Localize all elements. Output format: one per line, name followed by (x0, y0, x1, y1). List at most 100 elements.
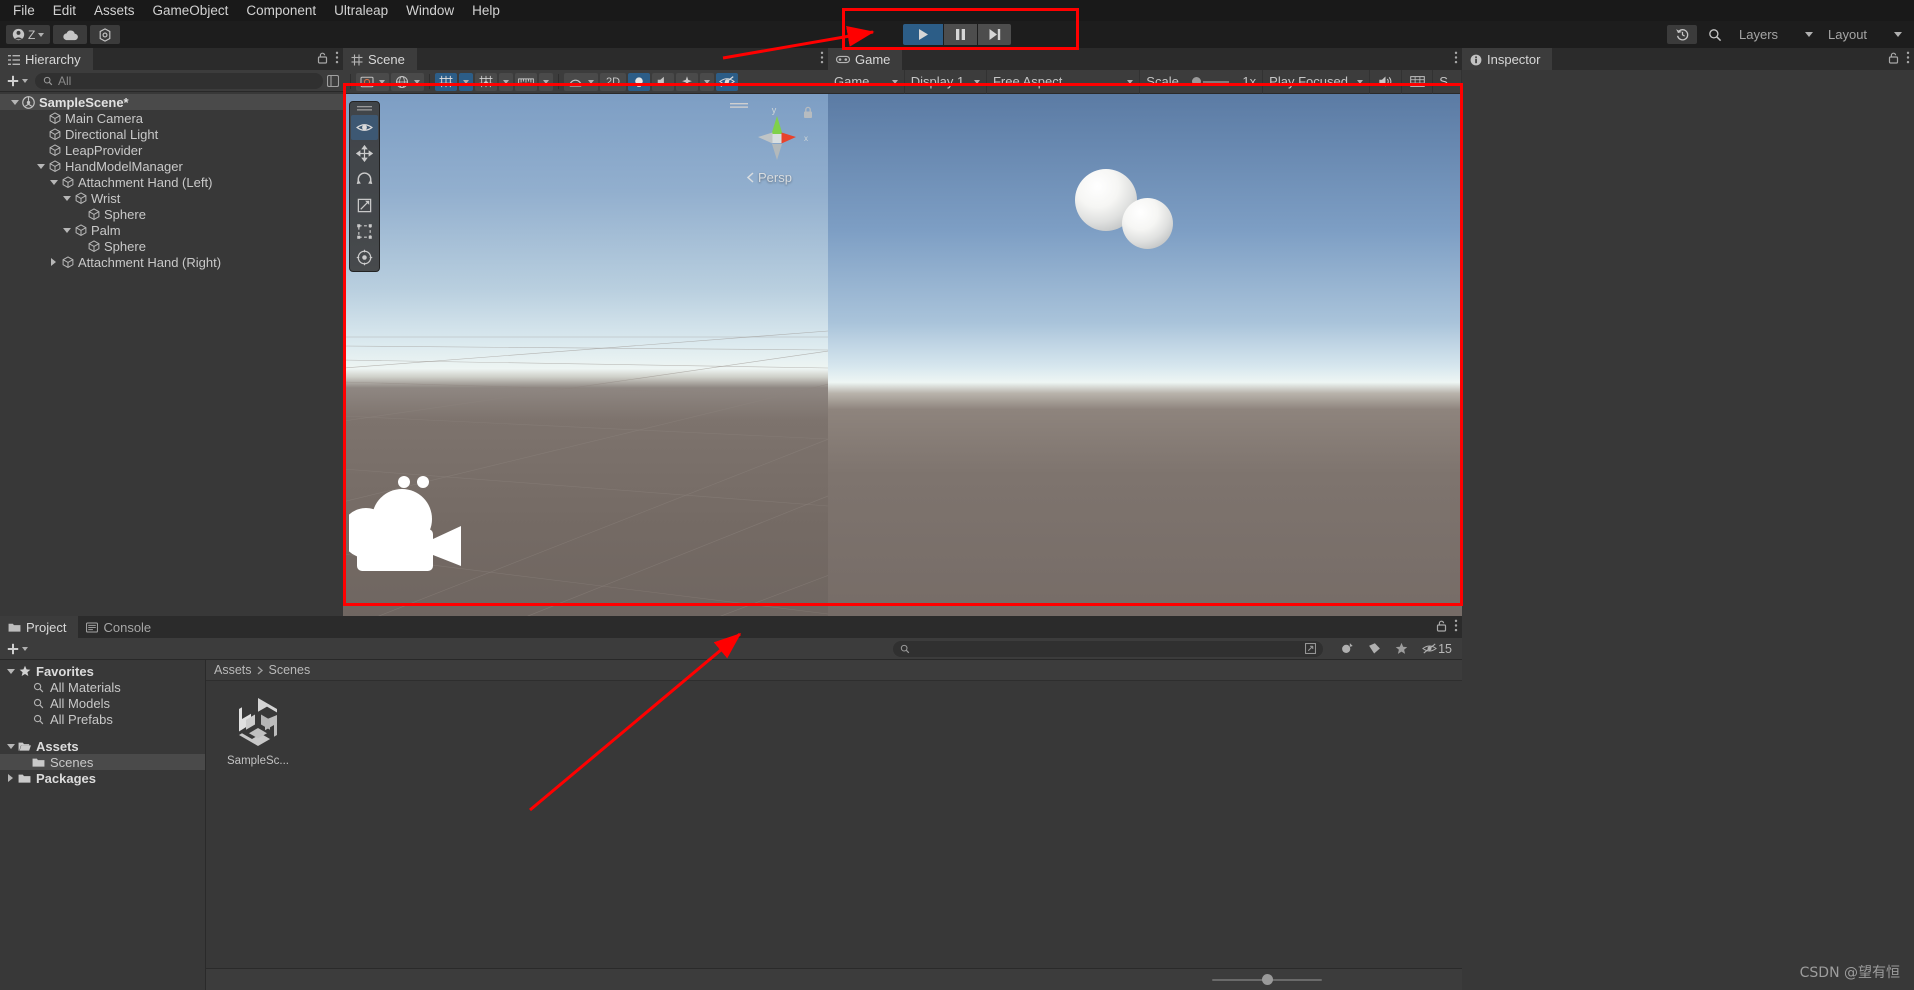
game-mode-dropdown[interactable]: Game (828, 69, 905, 94)
hierarchy-item[interactable]: Attachment Hand (Right) (0, 254, 343, 270)
draw-mode-dropdown[interactable] (356, 72, 389, 91)
step-button[interactable] (978, 24, 1011, 45)
zoom-slider-knob[interactable] (1261, 974, 1273, 985)
foldout-toggle[interactable] (47, 258, 60, 266)
aspect-dropdown[interactable]: Free Aspect (987, 69, 1141, 94)
scale-slider-knob[interactable] (1192, 77, 1202, 86)
scale-tool-button[interactable] (351, 193, 378, 218)
hierarchy-add-button[interactable] (4, 75, 31, 87)
play-mode-dropdown[interactable]: Play Focused (1263, 69, 1371, 94)
hierarchy-filter-icon[interactable] (327, 74, 339, 87)
toggle-2d-button[interactable]: 2D (600, 72, 626, 91)
foldout-toggle[interactable] (4, 668, 17, 674)
breadcrumb-item-scenes[interactable]: Scenes (269, 663, 311, 677)
asset-zoom-slider[interactable] (1212, 973, 1322, 987)
cloud-button[interactable] (53, 25, 88, 44)
hidden-items-counter[interactable]: 15 (1422, 642, 1452, 656)
view-tool-button[interactable] (351, 115, 378, 140)
hierarchy-item[interactable]: Attachment Hand (Left) (0, 174, 343, 190)
hierarchy-item[interactable]: Directional Light (0, 126, 343, 142)
play-button[interactable] (903, 24, 943, 45)
scene-viewport[interactable]: y x Persp (343, 94, 828, 638)
gizmos-toggle-button[interactable]: S (1433, 69, 1462, 94)
tab-inspector[interactable]: Inspector (1462, 48, 1553, 70)
menu-item-ultraleap[interactable]: Ultraleap (325, 0, 397, 21)
project-add-button[interactable] (4, 643, 31, 655)
gizmos-visibility-dropdown[interactable] (564, 72, 598, 91)
scale-slider-group[interactable]: Scale 1x (1140, 69, 1264, 94)
asset-item[interactable]: SampleSc... (220, 693, 296, 767)
tab-scene[interactable]: Scene (343, 48, 417, 70)
hierarchy-item[interactable]: Wrist (0, 190, 343, 206)
project-search-input[interactable] (893, 640, 1324, 657)
snap-dropdown[interactable] (499, 72, 513, 91)
hierarchy-item[interactable]: Palm (0, 222, 343, 238)
menu-item-edit[interactable]: Edit (44, 0, 85, 21)
hierarchy-item[interactable]: Sphere (0, 238, 343, 254)
menu-item-file[interactable]: File (4, 0, 44, 21)
grid-dropdown[interactable] (459, 72, 473, 91)
effects-dropdown[interactable] (700, 72, 714, 91)
foldout-toggle[interactable] (60, 227, 73, 233)
filter-label-icon[interactable] (1368, 642, 1381, 655)
hierarchy-item[interactable]: LeapProvider (0, 142, 343, 158)
scale-slider[interactable] (1192, 77, 1230, 86)
foldout-toggle[interactable] (8, 99, 21, 105)
move-tool-button[interactable] (351, 141, 378, 166)
stats-toggle-button[interactable] (1402, 69, 1434, 94)
menu-item-help[interactable]: Help (463, 0, 509, 21)
rect-tool-button[interactable] (351, 219, 378, 244)
project-tree-item[interactable]: Assets (0, 738, 205, 754)
settings-button[interactable] (90, 25, 121, 44)
project-tree-item[interactable]: Scenes (0, 754, 205, 770)
display-dropdown[interactable]: Display 1 (905, 69, 987, 94)
filter-type-icon[interactable] (1341, 642, 1354, 655)
tab-project[interactable]: Project (0, 616, 79, 638)
menu-item-gameobject[interactable]: GameObject (144, 0, 238, 21)
camera-gizmo-icon[interactable] (349, 471, 465, 576)
more-options-icon[interactable] (1454, 51, 1458, 64)
project-tree-item[interactable]: All Prefabs (0, 711, 205, 727)
more-options-icon[interactable] (820, 51, 824, 64)
search-button[interactable] (1700, 25, 1730, 44)
hierarchy-item[interactable]: Main Camera (0, 110, 343, 126)
game-viewport[interactable] (828, 94, 1462, 638)
scene-lighting-toggle[interactable] (628, 72, 650, 91)
scene-visibility-toggle[interactable] (716, 72, 738, 91)
audio-toggle[interactable] (652, 72, 674, 91)
lock-icon[interactable] (317, 52, 328, 64)
foldout-toggle[interactable] (4, 743, 17, 749)
hierarchy-item[interactable]: HandModelManager (0, 158, 343, 174)
perspective-label-group[interactable]: Persp (746, 170, 792, 185)
more-options-icon[interactable] (1906, 51, 1910, 64)
menu-item-assets[interactable]: Assets (85, 0, 144, 21)
foldout-toggle[interactable] (47, 179, 60, 185)
foldout-toggle[interactable] (60, 195, 73, 201)
hierarchy-item[interactable]: SampleScene* (0, 94, 343, 110)
tools-drag-handle[interactable] (351, 103, 378, 114)
save-search-icon[interactable] (1305, 643, 1317, 654)
more-options-icon[interactable] (335, 51, 339, 64)
project-tree-item[interactable]: Favorites (0, 663, 205, 679)
lock-icon[interactable] (1436, 620, 1447, 632)
rotate-tool-button[interactable] (351, 167, 378, 192)
tab-console[interactable]: Console (78, 616, 164, 638)
ruler-toggle[interactable] (515, 72, 537, 91)
menu-item-component[interactable]: Component (237, 0, 325, 21)
account-button[interactable]: Z (6, 25, 51, 44)
project-tree-item[interactable]: All Materials (0, 679, 205, 695)
breadcrumb-item-assets[interactable]: Assets (214, 663, 252, 677)
tab-hierarchy[interactable]: Hierarchy (0, 48, 93, 70)
scene-lighting-dropdown[interactable] (391, 72, 424, 91)
layout-dropdown[interactable]: Layout (1822, 25, 1908, 44)
more-options-icon[interactable] (1454, 619, 1458, 632)
transform-tool-button[interactable] (351, 245, 378, 270)
undo-history-button[interactable] (1667, 25, 1697, 44)
lock-icon[interactable] (1888, 52, 1899, 64)
tab-game[interactable]: Game (828, 48, 903, 70)
foldout-toggle[interactable] (4, 774, 17, 782)
scene-view-gizmo[interactable]: y x Persp (730, 100, 818, 192)
filter-favorite-icon[interactable] (1395, 642, 1408, 655)
effects-toggle[interactable] (676, 72, 698, 91)
snap-toggle[interactable] (475, 72, 497, 91)
